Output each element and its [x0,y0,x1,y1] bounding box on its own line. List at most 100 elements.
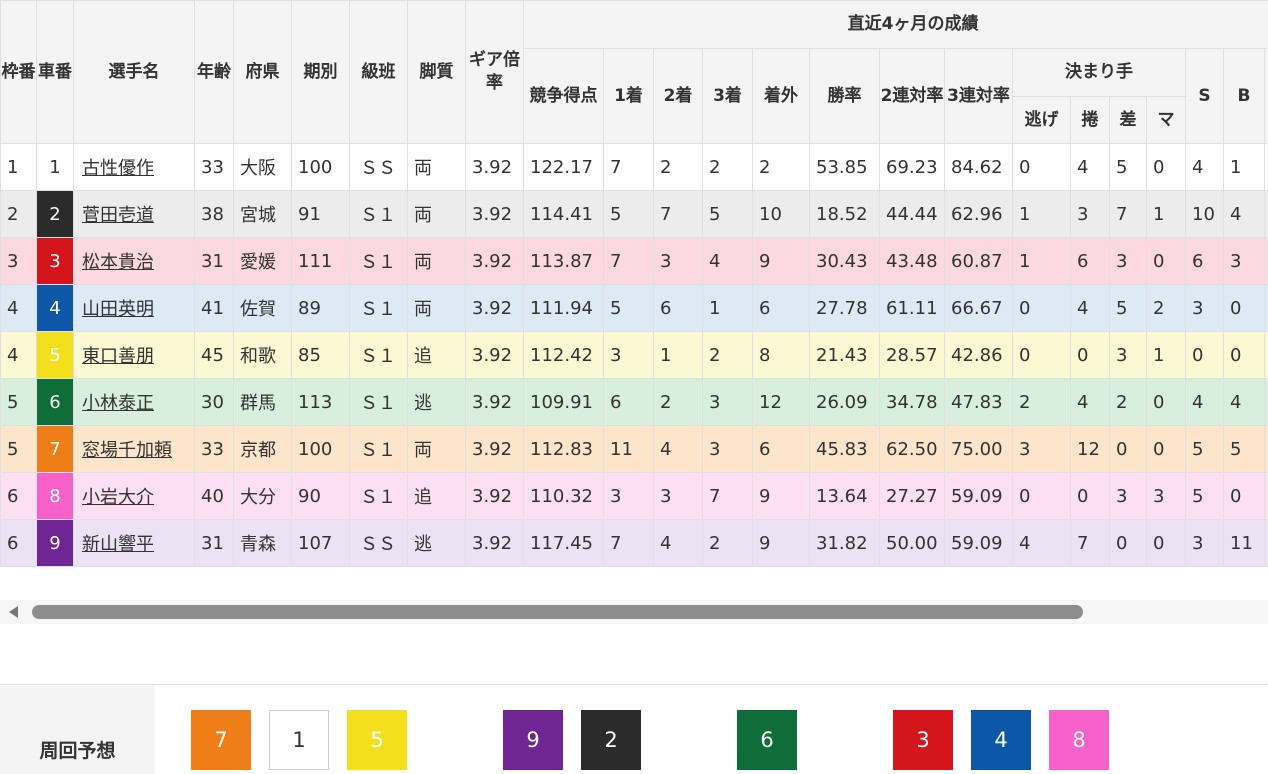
cell-out: 8 [752,331,810,379]
racer-name-link[interactable]: 山田英明 [82,299,154,320]
cell-b: 5 [1223,425,1265,473]
cell-makuri: 7 [1070,519,1110,567]
cell-gear: 3.92 [465,519,524,567]
cell-grade: Ｓ１ [349,284,408,332]
cell-first: 3 [603,472,654,520]
cell-mark: 0 [1146,378,1186,426]
cell-pref: 京都 [233,425,292,473]
cell-top3-rate: 84.62 [944,143,1013,191]
cell-age: 31 [194,237,234,285]
cell-b: 0 [1223,331,1265,379]
cell-out: 6 [752,284,810,332]
cell-name: 東口善朋 [73,331,195,379]
cell-sashi: 7 [1109,190,1147,238]
cell-sashi: 5 [1109,143,1147,191]
header-score: 競争得点 [523,48,604,144]
cell-makuri: 6 [1070,237,1110,285]
racer-name-link[interactable]: 松本貴治 [82,252,154,273]
header-makuri: 捲 [1070,96,1110,144]
cell-name: 新山響平 [73,519,195,567]
cell-gear: 3.92 [465,143,524,191]
scroll-left-arrow-icon[interactable] [9,606,18,618]
cell-style: 両 [407,425,466,473]
cell-spacer [1263,190,1268,238]
cell-age: 38 [194,190,234,238]
racer-name-link[interactable]: 窓場千加頼 [82,440,172,461]
cell-third: 2 [702,143,753,191]
cell-score: 112.42 [523,331,604,379]
cell-pref: 宮城 [233,190,292,238]
cell-waku: 3 [0,237,37,285]
cell-name: 窓場千加頼 [73,425,195,473]
cell-waku: 4 [0,331,37,379]
cell-out: 9 [752,519,810,567]
cell-out: 9 [752,237,810,285]
cell-nige: 1 [1012,190,1071,238]
racer-name-link[interactable]: 小林泰正 [82,393,154,414]
header-car: 車番 [36,0,74,144]
cell-grade: Ｓ１ [349,331,408,379]
lap-forecast-label: 周回予想 [0,686,155,774]
header-pref: 府県 [233,0,292,144]
cell-score: 111.94 [523,284,604,332]
cell-pref: 大阪 [233,143,292,191]
racer-name-link[interactable]: 菅田壱道 [82,205,154,226]
cell-second: 1 [653,331,703,379]
cell-gear: 3.92 [465,237,524,285]
cell-first: 7 [603,143,654,191]
racer-name-link[interactable]: 小岩大介 [82,487,154,508]
cell-s: 6 [1185,237,1224,285]
forecast-car-box: 5 [347,710,407,770]
cell-makuri: 0 [1070,331,1110,379]
scroll-thumb[interactable] [32,605,1083,619]
table-row: 6 9 新山響平 31 青森 107 ＳＳ 逃 3.92 117.45 7 4 2 9 31.82 50.00… [0,519,1268,567]
cell-pref: 青森 [233,519,292,567]
header-spacer [1263,48,1268,144]
header-gear: ギア倍率 [465,0,524,144]
cell-age: 33 [194,425,234,473]
header-top2-rate: 2連対率 [879,48,945,144]
forecast-car-box: 8 [1049,710,1109,770]
cell-gear: 3.92 [465,284,524,332]
cell-second: 2 [653,378,703,426]
cell-makuri: 12 [1070,425,1110,473]
cell-s: 4 [1185,378,1224,426]
entry-table-container: 枠番 車番 選手名 年齢 府県 期別 級班 脚質 ギア倍率 直近4ヶ月の成績 競… [0,0,1268,572]
cell-second: 4 [653,425,703,473]
cell-top2-rate: 61.11 [879,284,945,332]
cell-spacer [1263,284,1268,332]
cell-second: 7 [653,190,703,238]
cell-term: 90 [291,472,350,520]
cell-term: 91 [291,190,350,238]
cell-b: 4 [1223,378,1265,426]
cell-grade: Ｓ１ [349,425,408,473]
cell-waku: 5 [0,425,37,473]
cell-b: 0 [1223,472,1265,520]
cell-nige: 0 [1012,284,1071,332]
cell-b: 11 [1223,519,1265,567]
cell-out: 10 [752,190,810,238]
cell-s: 3 [1185,519,1224,567]
cell-first: 11 [603,425,654,473]
entry-table: 枠番 車番 選手名 年齢 府県 期別 級班 脚質 ギア倍率 直近4ヶ月の成績 競… [0,0,1268,567]
cell-gear: 3.92 [465,425,524,473]
table-row: 1 1 古性優作 33 大阪 100 ＳＳ 両 3.92 122.17 7 2 2 2 53.85 69.23… [0,143,1268,191]
cell-name: 松本貴治 [73,237,195,285]
cell-second: 4 [653,519,703,567]
forecast-car-box: 9 [503,710,563,770]
cell-term: 113 [291,378,350,426]
racer-name-link[interactable]: 東口善朋 [82,346,154,367]
cell-car: 9 [36,519,74,567]
cell-style: 追 [407,472,466,520]
cell-term: 100 [291,143,350,191]
racer-name-link[interactable]: 古性優作 [82,158,154,179]
cell-car: 8 [36,472,74,520]
cell-mark: 0 [1146,237,1186,285]
cell-b: 3 [1223,237,1265,285]
cell-b: 1 [1223,143,1265,191]
cell-waku: 4 [0,284,37,332]
horizontal-scrollbar[interactable] [0,600,1268,624]
racer-name-link[interactable]: 新山響平 [82,534,154,555]
header-third: 3着 [702,48,753,144]
cell-s: 0 [1185,331,1224,379]
